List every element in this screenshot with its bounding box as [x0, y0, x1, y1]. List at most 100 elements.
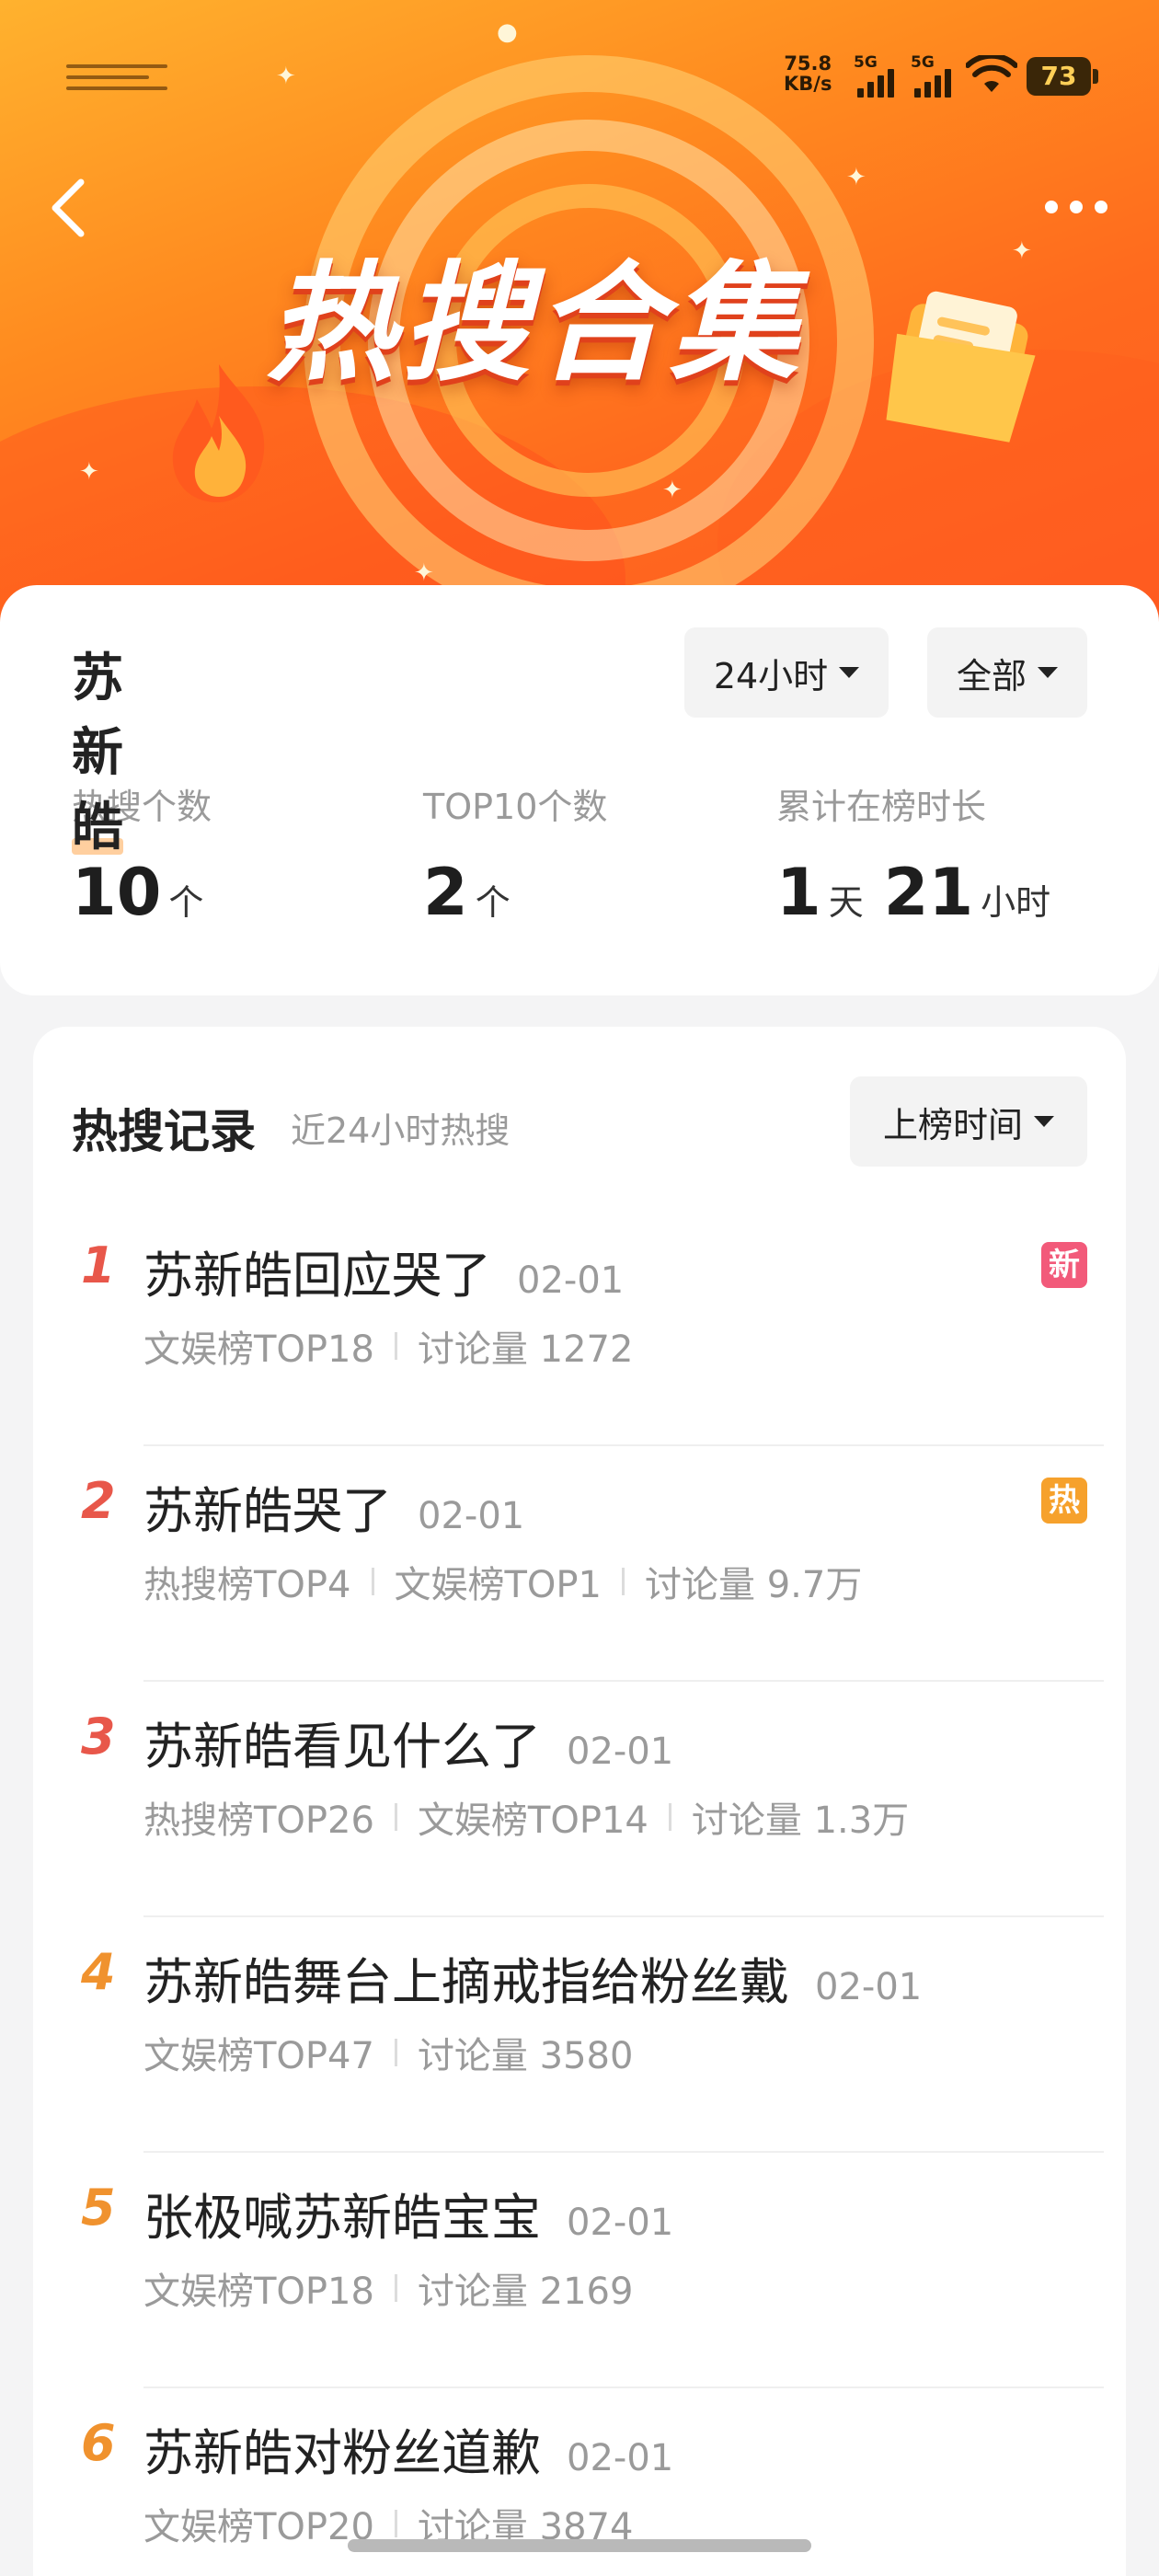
item-title: 苏新皓舞台上摘戒指给粉丝戴 02-01 — [143, 1941, 922, 2014]
stat-number: 10 — [72, 855, 162, 930]
list-item[interactable]: 3 苏新皓看见什么了 02-01 热搜榜TOP26 文娱榜TOP14 讨论量 1.3万 — [33, 1682, 1126, 1917]
item-title-text: 苏新皓对粉丝道歉 — [143, 2424, 541, 2482]
back-icon[interactable] — [40, 171, 96, 245]
meta-text: 讨论量 3580 — [417, 2035, 634, 2077]
records-title: 热搜记录 — [72, 1105, 256, 1158]
net-speed-value: 75.8 — [784, 52, 832, 75]
wifi-icon — [966, 55, 1017, 92]
cell-signal-icon: 5G — [854, 53, 905, 98]
meta-text: 文娱榜TOP47 — [143, 2035, 374, 2077]
meta-separator — [668, 1803, 671, 1831]
item-meta: 文娱榜TOP47 讨论量 3580 — [143, 2026, 633, 2079]
item-title: 苏新皓对粉丝道歉 02-01 — [143, 2412, 673, 2485]
stat-label: TOP10个数 — [423, 787, 608, 827]
meta-separator — [394, 2039, 397, 2066]
meta-separator — [394, 1803, 397, 1831]
folder-icon — [886, 291, 1036, 443]
meta-separator — [394, 2274, 397, 2302]
item-meta: 文娱榜TOP18 讨论量 2169 — [143, 2261, 633, 2315]
item-meta: 文娱榜TOP18 讨论量 1272 — [143, 1319, 633, 1373]
sparkle-icon: ✦ — [662, 477, 683, 504]
sparkle-icon: ✦ — [846, 164, 866, 191]
item-title-text: 苏新皓舞台上摘戒指给粉丝戴 — [143, 1953, 789, 2011]
meta-separator — [394, 1332, 397, 1360]
list-item[interactable]: 4 苏新皓舞台上摘戒指给粉丝戴 02-01 文娱榜TOP47 讨论量 3580 — [33, 1917, 1126, 2153]
net-speed-unit: KB/s — [784, 73, 832, 95]
time-filter-dropdown[interactable]: 24小时 — [684, 627, 889, 718]
caret-down-icon — [1034, 1116, 1054, 1127]
sparkle-icon: ✦ — [1012, 237, 1032, 265]
meta-text: 文娱榜TOP18 — [143, 2271, 374, 2313]
list-item[interactable]: 2 苏新皓哭了 02-01 热搜榜TOP4 文娱榜TOP1 讨论量 9.7万 热 — [33, 1446, 1126, 1682]
time-filter-label: 24小时 — [713, 655, 829, 696]
meta-text: 热搜榜TOP26 — [143, 1800, 374, 1842]
caret-down-icon — [1038, 667, 1058, 678]
records-subtitle: 近24小时热搜 — [291, 1110, 511, 1151]
stat-label: 累计在榜时长 — [776, 787, 987, 827]
stat-top10-count: TOP10个数 2 个 — [423, 778, 607, 930]
rank-number: 5 — [81, 2179, 116, 2237]
stat-unit: 天 — [828, 882, 864, 923]
meta-text: 热搜榜TOP4 — [143, 1564, 351, 1606]
item-date: 02-01 — [567, 2437, 674, 2479]
person-name: 苏新皓 — [72, 637, 123, 860]
item-date: 02-01 — [567, 2202, 674, 2244]
stat-total-duration: 累计在榜时长 1 天 21 小时 — [776, 778, 1063, 930]
item-title-text: 苏新皓看见什么了 — [143, 1718, 541, 1776]
status-bar: 75.8 KB/s 5G 5G 73 — [0, 0, 1159, 138]
item-title-text: 苏新皓哭了 — [143, 1482, 392, 1540]
meta-separator — [371, 1568, 374, 1595]
meta-text: 讨论量 9.7万 — [645, 1564, 863, 1606]
status-notification-icon — [66, 64, 167, 92]
item-title-text: 苏新皓回应哭了 — [143, 1247, 491, 1305]
meta-text: 讨论量 2169 — [417, 2271, 634, 2313]
flame-icon — [172, 364, 265, 502]
item-title: 张极喊苏新皓宝宝 02-01 — [143, 2177, 673, 2249]
records-card: 热搜记录 近24小时热搜 上榜时间 1 苏新皓回应哭了 02-01 文娱榜TOP18 讨… — [33, 1027, 1126, 2576]
item-date: 02-01 — [567, 1731, 674, 1773]
more-options-icon[interactable] — [1030, 184, 1122, 230]
item-meta: 热搜榜TOP4 文娱榜TOP1 讨论量 9.7万 — [143, 1555, 862, 1608]
scope-filter-dropdown[interactable]: 全部 — [927, 627, 1087, 718]
meta-text: 文娱榜TOP14 — [417, 1800, 648, 1842]
list-item[interactable]: 1 苏新皓回应哭了 02-01 文娱榜TOP18 讨论量 1272 新 — [33, 1211, 1126, 1446]
summary-card: 苏新皓 24小时 全部 热搜个数 10 个 TOP10个数 2 个 累计在榜时长 — [0, 585, 1159, 995]
meta-separator — [622, 1568, 625, 1595]
stat-number: 1 — [776, 855, 821, 930]
meta-text: 文娱榜TOP18 — [143, 1328, 374, 1371]
home-indicator[interactable] — [348, 2539, 811, 2552]
sparkle-icon: ✦ — [79, 458, 99, 486]
stat-unit: 个 — [475, 882, 511, 923]
list-item[interactable]: 5 张极喊苏新皓宝宝 02-01 文娱榜TOP18 讨论量 2169 — [33, 2153, 1126, 2388]
sparkle-icon: ✦ — [414, 559, 434, 587]
item-title-text: 张极喊苏新皓宝宝 — [143, 2189, 541, 2247]
new-badge: 新 — [1041, 1242, 1087, 1288]
item-meta: 热搜榜TOP26 文娱榜TOP14 讨论量 1.3万 — [143, 1790, 909, 1844]
sort-dropdown[interactable]: 上榜时间 — [850, 1076, 1087, 1167]
stat-unit: 个 — [168, 882, 204, 923]
rank-number: 3 — [81, 1708, 116, 1765]
item-date: 02-01 — [517, 1259, 625, 1302]
stat-number: 2 — [423, 855, 468, 930]
cell-signal-icon: 5G — [911, 53, 962, 98]
item-date: 02-01 — [418, 1495, 525, 1537]
net-speed: 75.8 KB/s — [784, 53, 832, 94]
battery-indicator: 73 — [1027, 57, 1098, 96]
meta-text: 文娱榜TOP1 — [394, 1564, 602, 1606]
rank-number: 1 — [81, 1236, 116, 1294]
meta-text: 文娱榜TOP20 — [143, 2506, 374, 2548]
sort-label: 上榜时间 — [882, 1104, 1023, 1145]
caret-down-icon — [839, 667, 860, 678]
item-title: 苏新皓看见什么了 02-01 — [143, 1706, 673, 1778]
hero-title: 热搜合集 — [267, 249, 805, 399]
item-title: 苏新皓回应哭了 02-01 — [143, 1235, 624, 1307]
hot-badge: 热 — [1041, 1478, 1087, 1524]
rank-number: 6 — [81, 2414, 116, 2472]
rank-number: 4 — [81, 1943, 116, 2001]
item-title: 苏新皓哭了 02-01 — [143, 1470, 524, 1543]
scope-filter-label: 全部 — [956, 655, 1027, 696]
item-date: 02-01 — [815, 1966, 923, 2008]
meta-separator — [394, 2510, 397, 2537]
stat-number: 21 — [883, 855, 974, 930]
stat-unit: 小时 — [981, 882, 1051, 923]
